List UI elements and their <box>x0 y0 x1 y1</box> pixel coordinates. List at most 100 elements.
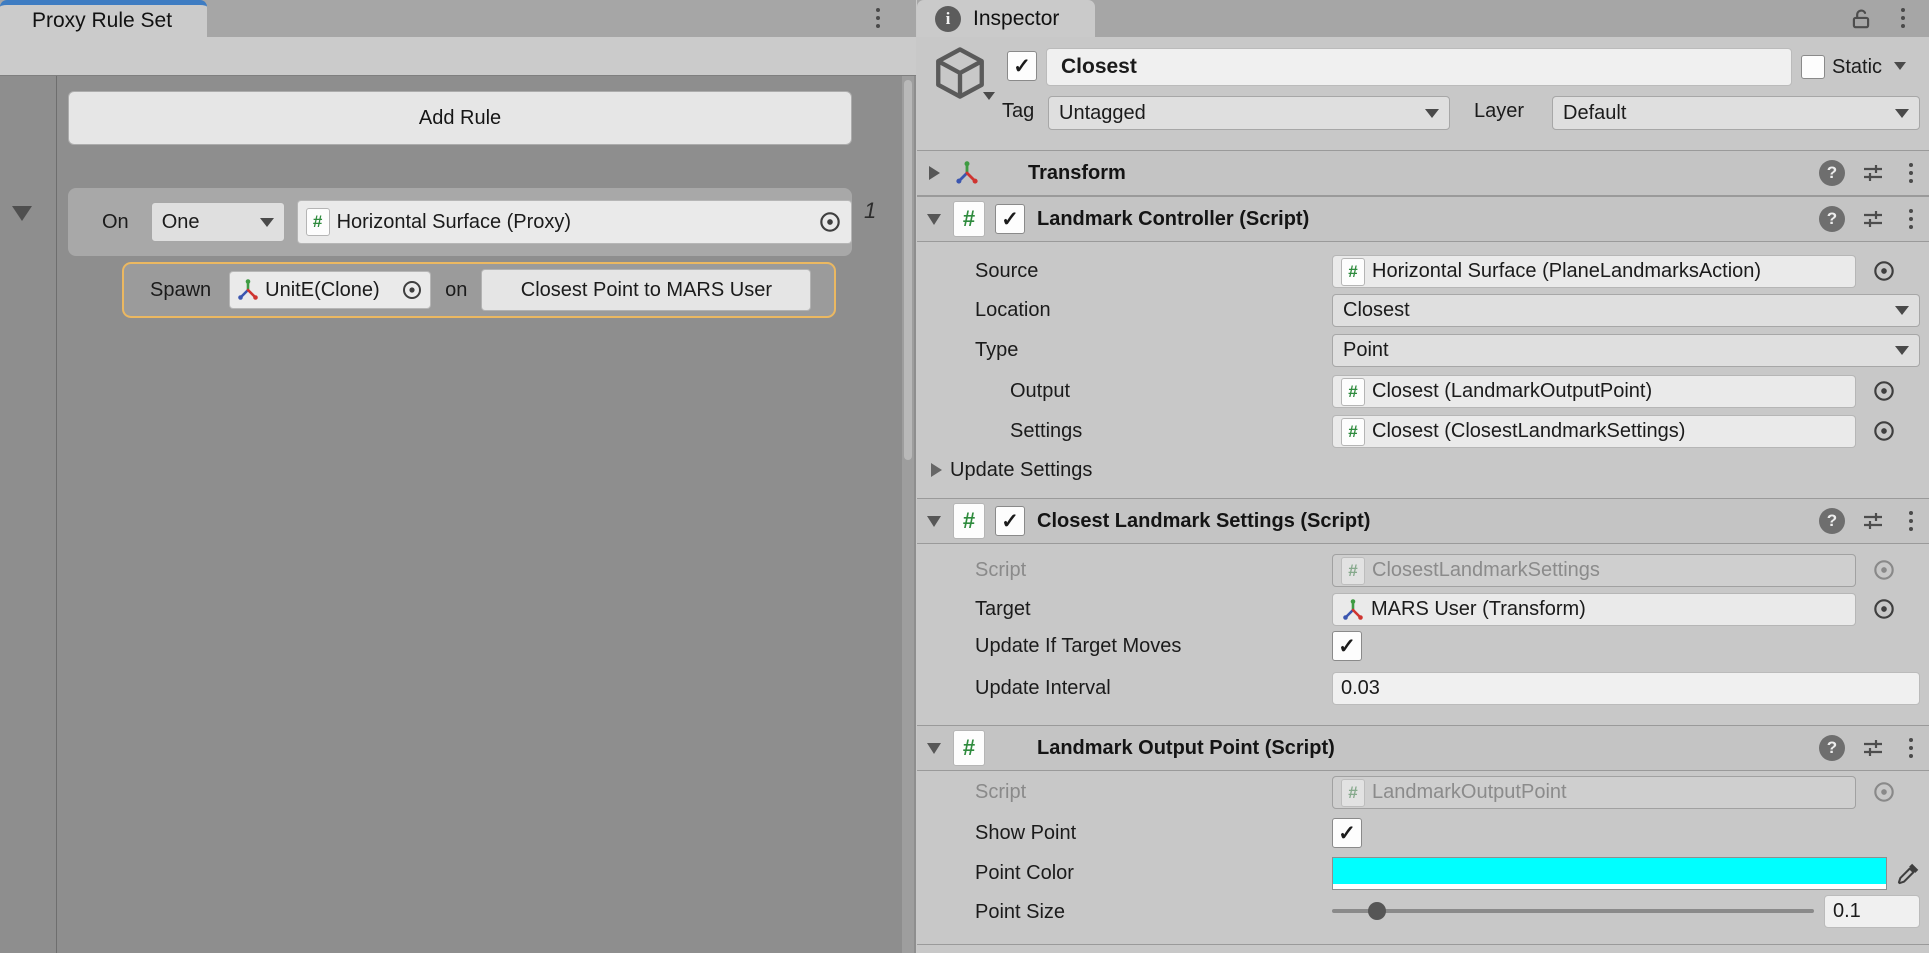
help-icon[interactable] <box>1819 735 1845 761</box>
closest-landmark-settings-header[interactable]: # Closest Landmark Settings (Script) <box>917 498 1929 544</box>
tab-inspector[interactable]: Inspector <box>917 0 1095 37</box>
scrollbar-thumb[interactable] <box>904 80 912 460</box>
landmark-output-point-title: Landmark Output Point (Script) <box>1037 737 1335 760</box>
component-menu-icon[interactable] <box>1901 205 1921 233</box>
gameobject-name-field[interactable]: Closest <box>1046 48 1792 86</box>
lock-open-icon[interactable] <box>1849 7 1873 31</box>
proxy-rule-set-panel: Proxy Rule Set Add Rule On One # Horizon… <box>0 0 916 953</box>
add-rule-button[interactable]: Add Rule <box>68 91 852 145</box>
component-menu-icon[interactable] <box>1901 734 1921 762</box>
script-icon: # <box>953 730 985 766</box>
transform-title: Transform <box>1028 162 1126 185</box>
tag-dropdown[interactable]: Untagged <box>1048 96 1450 130</box>
chevron-down-icon <box>983 92 995 100</box>
object-picker-icon <box>1871 557 1897 583</box>
object-picker-icon[interactable] <box>400 278 424 302</box>
gameobject-cube-icon[interactable] <box>931 44 989 102</box>
inspector-menu-icon[interactable] <box>1893 4 1913 32</box>
chevron-down-icon <box>1425 109 1439 118</box>
target-label: Target <box>975 598 1031 621</box>
spawn-action-row[interactable]: Spawn UnitE(Clone) on Closest Point to M… <box>122 262 836 318</box>
object-picker-icon[interactable] <box>817 209 843 235</box>
proxy-panel-content: Add Rule On One # Horizontal Surface (Pr… <box>0 76 916 953</box>
settings-value: Closest (ClosestLandmarkSettings) <box>1372 420 1685 443</box>
static-checkbox[interactable] <box>1801 55 1825 79</box>
closest-landmark-settings-title: Closest Landmark Settings (Script) <box>1037 510 1370 533</box>
rule-count-dropdown[interactable]: One <box>151 202 285 242</box>
type-label: Type <box>975 339 1018 362</box>
tab-proxy-rule-set[interactable]: Proxy Rule Set <box>0 0 207 37</box>
show-point-checkbox[interactable] <box>1332 818 1362 848</box>
rule-condition-row: On One # Horizontal Surface (Proxy) <box>68 188 852 256</box>
presets-icon[interactable] <box>1861 207 1885 231</box>
gameobject-name: Closest <box>1061 55 1137 79</box>
component-enabled-checkbox[interactable] <box>995 204 1025 234</box>
target-object-field[interactable]: MARS User (Transform) <box>1332 593 1856 626</box>
component-menu-icon[interactable] <box>1901 159 1921 187</box>
kebab-icon <box>1901 16 1905 20</box>
script-object-field: # ClosestLandmarkSettings <box>1332 554 1856 587</box>
show-point-label: Show Point <box>975 822 1076 845</box>
kebab-icon <box>876 16 880 20</box>
spawn-target-button[interactable]: Closest Point to MARS User <box>481 269 811 311</box>
transform-header[interactable]: Transform <box>917 150 1929 196</box>
spawn-connector-label: on <box>445 279 467 302</box>
proxy-object-field[interactable]: # Horizontal Surface (Proxy) <box>297 200 852 244</box>
eyedropper-icon[interactable] <box>1896 861 1921 886</box>
inspector-panel: Inspector Closest Static Tag Untagged La… <box>917 0 1929 953</box>
component-menu-icon[interactable] <box>1901 507 1921 535</box>
update-if-target-moves-checkbox[interactable] <box>1332 631 1362 661</box>
point-color-swatch[interactable] <box>1332 857 1887 890</box>
target-object-picker[interactable] <box>1868 593 1900 625</box>
output-object-picker[interactable] <box>1868 375 1900 407</box>
update-settings-label: Update Settings <box>950 459 1092 482</box>
slider-handle[interactable] <box>1368 902 1386 920</box>
source-object-picker[interactable] <box>1868 255 1900 287</box>
point-size-slider[interactable] <box>1332 895 1814 927</box>
type-dropdown[interactable]: Point <box>1332 334 1920 367</box>
spawn-object-field[interactable]: UnitE(Clone) <box>229 271 431 309</box>
kebab-icon <box>1909 171 1913 175</box>
output-label: Output <box>1010 380 1070 403</box>
location-dropdown[interactable]: Closest <box>1332 294 1920 327</box>
update-interval-field[interactable]: 0.03 <box>1332 672 1920 705</box>
help-icon[interactable] <box>1819 206 1845 232</box>
gameobject-icon-dropdown[interactable] <box>983 92 995 100</box>
tag-value: Untagged <box>1059 102 1146 125</box>
presets-icon[interactable] <box>1861 161 1885 185</box>
transform-axis-icon <box>954 160 980 186</box>
chevron-down-icon <box>260 218 274 227</box>
proxy-panel-tabbar: Proxy Rule Set <box>0 0 916 37</box>
update-interval-label: Update Interval <box>975 677 1111 700</box>
on-label: On <box>102 211 129 234</box>
static-dropdown[interactable] <box>1894 62 1906 70</box>
update-if-target-moves-label: Update If Target Moves <box>975 635 1181 658</box>
landmark-controller-header[interactable]: # Landmark Controller (Script) <box>917 196 1929 242</box>
point-size-label: Point Size <box>975 901 1065 924</box>
help-icon[interactable] <box>1819 508 1845 534</box>
kebab-icon <box>1909 519 1913 523</box>
script-icon: # <box>1341 378 1365 406</box>
vertical-scrollbar[interactable] <box>902 76 914 953</box>
presets-icon[interactable] <box>1861 736 1885 760</box>
tab-inspector-label: Inspector <box>973 7 1059 31</box>
update-interval-value: 0.03 <box>1341 677 1380 700</box>
chevron-down-icon <box>1895 306 1909 315</box>
layer-dropdown[interactable]: Default <box>1552 96 1920 130</box>
rule-foldout[interactable] <box>12 206 32 221</box>
landmark-output-point-header[interactable]: # Landmark Output Point (Script) <box>917 725 1929 771</box>
point-size-field[interactable]: 0.1 <box>1824 895 1920 928</box>
settings-object-field[interactable]: # Closest (ClosestLandmarkSettings) <box>1332 415 1856 448</box>
settings-object-picker[interactable] <box>1868 415 1900 447</box>
presets-icon[interactable] <box>1861 509 1885 533</box>
color-alpha-bar <box>1333 884 1886 889</box>
source-object-field[interactable]: # Horizontal Surface (PlaneLandmarksActi… <box>1332 255 1856 288</box>
point-size-value: 0.1 <box>1833 900 1861 923</box>
help-icon[interactable] <box>1819 160 1845 186</box>
update-settings-foldout[interactable]: Update Settings <box>931 455 1092 485</box>
gameobject-active-checkbox[interactable] <box>1007 51 1037 81</box>
output-object-field[interactable]: # Closest (LandmarkOutputPoint) <box>1332 375 1856 408</box>
component-enabled-checkbox[interactable] <box>995 506 1025 536</box>
panel-menu-icon[interactable] <box>868 4 888 32</box>
output-value: Closest (LandmarkOutputPoint) <box>1372 380 1652 403</box>
